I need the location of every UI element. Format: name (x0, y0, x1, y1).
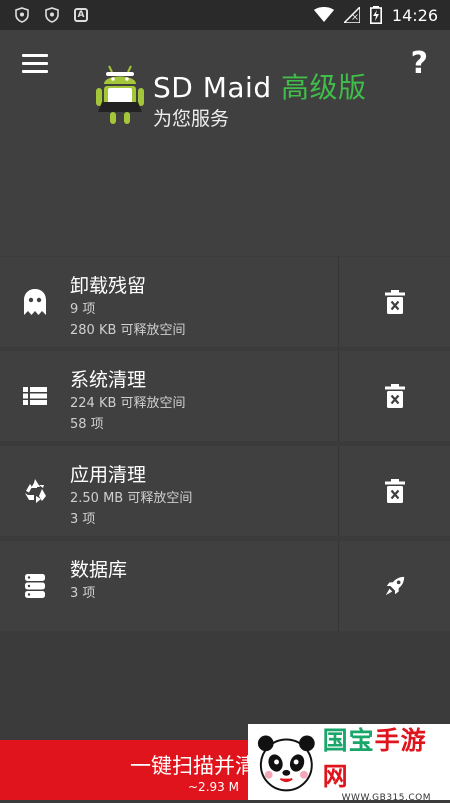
panda-logo-icon (257, 735, 315, 792)
scan-title: 一键扫描并清 (130, 754, 256, 778)
tool-item-count: 3 项 (70, 586, 96, 601)
tool-row-app-cleaner: 应用清理 2.50 MB 可释放空间 3 项 (0, 446, 450, 536)
trash-delete-icon (384, 479, 405, 503)
trash-delete-icon (384, 290, 405, 314)
ghost-icon (24, 289, 46, 315)
sd-maid-logo-icon (96, 65, 144, 124)
status-bar: A 14:26 (0, 0, 450, 30)
tool-title: 数据库 (70, 559, 128, 581)
app-title: SD Maid 高级版 (153, 66, 367, 106)
a-notification-icon: A (74, 8, 88, 22)
database-icon (25, 574, 45, 598)
corpse-finder-delete-button[interactable] (338, 257, 450, 347)
watermark: 国宝手游网 WWW.GB315.COM (248, 721, 450, 803)
watermark-title: 国宝手游网 (322, 726, 427, 791)
databases-optimize-button[interactable] (338, 541, 450, 631)
tool-free-space: 280 KB 可释放空间 (70, 323, 186, 338)
system-cleaner-item[interactable]: 系统清理 224 KB 可释放空间 58 项 (0, 351, 338, 441)
watermark-url: WWW.GB315.COM (341, 793, 431, 803)
rocket-icon (385, 576, 404, 596)
tool-item-count: 9 项 (70, 302, 96, 317)
scan-subtitle: ~2.93 M (188, 780, 239, 794)
clock-time: 14:26 (391, 5, 438, 25)
menu-icon[interactable] (22, 54, 48, 76)
watermark-text: 国宝手游网 WWW.GB315.COM (323, 721, 450, 803)
app-cleaner-item[interactable]: 应用清理 2.50 MB 可释放空间 3 项 (0, 446, 338, 536)
system-cleaner-delete-button[interactable] (338, 351, 450, 441)
signal-icon (343, 7, 360, 23)
databases-item[interactable]: 数据库 3 项 (0, 541, 338, 631)
app-name: SD Maid (153, 71, 272, 104)
tool-item-count: 3 项 (70, 512, 96, 527)
recycle-icon (25, 479, 46, 503)
tool-item-count: 58 项 (70, 417, 104, 432)
shield-notification-icon (15, 7, 29, 23)
tool-row-databases: 数据库 3 项 (0, 541, 450, 631)
battery-charging-icon (369, 6, 382, 24)
tool-row-system-cleaner: 系统清理 224 KB 可释放空间 58 项 (0, 351, 450, 441)
corpse-finder-item[interactable]: 卸载残留 9 项 280 KB 可释放空间 (0, 257, 338, 347)
wifi-icon (313, 7, 334, 22)
trash-delete-icon (384, 384, 405, 408)
tool-free-space: 224 KB 可释放空间 (70, 396, 186, 411)
shield-notification-icon (45, 7, 59, 23)
list-icon (23, 387, 47, 405)
help-button[interactable]: ? (411, 46, 428, 81)
tool-title: 系统清理 (70, 369, 147, 391)
tool-free-space: 2.50 MB 可释放空间 (70, 491, 193, 506)
tool-title: 卸载残留 (70, 275, 147, 297)
tool-row-corpse-finder: 卸载残留 9 项 280 KB 可释放空间 (0, 257, 450, 347)
app-cleaner-delete-button[interactable] (338, 446, 450, 536)
tool-title: 应用清理 (70, 464, 147, 486)
pro-label: 高级版 (281, 71, 367, 104)
app-header: ? SD Maid 高级版 为您服务 (0, 30, 450, 256)
app-subtitle: 为您服务 (153, 108, 230, 130)
